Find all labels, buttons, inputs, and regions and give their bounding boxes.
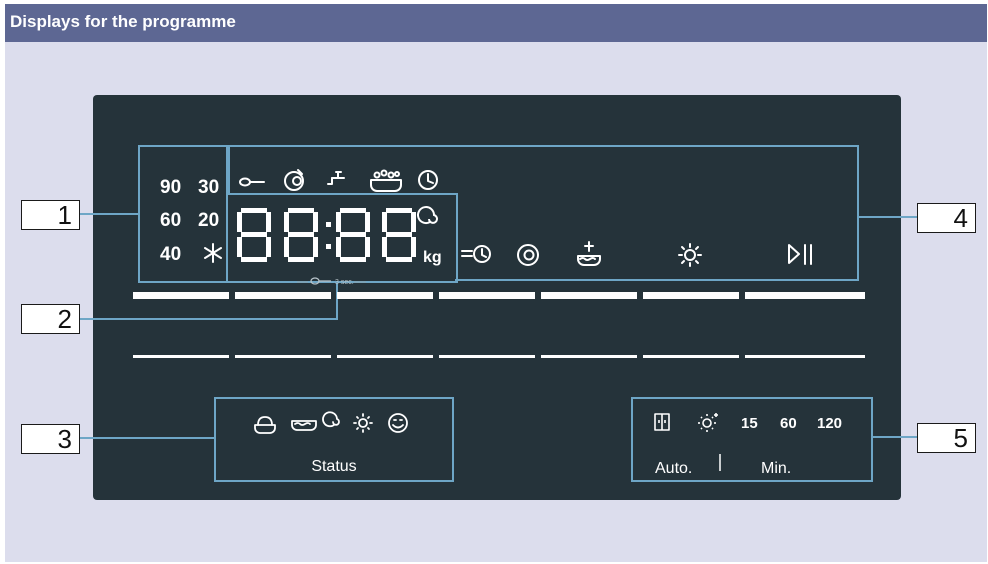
seven-segment-display	[237, 208, 416, 262]
temp-60: 60	[160, 210, 181, 231]
end-time-icon	[461, 245, 491, 263]
start-pause-icon	[788, 244, 812, 265]
snowflake-icon	[204, 243, 222, 263]
programme-bars-top	[133, 292, 865, 299]
temp-40: 40	[160, 244, 181, 265]
finished-icon	[388, 413, 408, 433]
programme-bars-bottom	[133, 355, 865, 358]
prewash-icon	[370, 169, 402, 192]
colon-dot-top	[326, 222, 331, 227]
wardrobe-icon	[654, 413, 670, 431]
callout-4: 4	[917, 203, 976, 233]
dry-status-icon	[353, 413, 373, 433]
temp-30: 30	[198, 177, 219, 198]
panel-graphics: 90 30 60 20 40 kg 3 sec. Status 15 60 12…	[80, 145, 917, 482]
eco-icon	[517, 244, 539, 266]
callout-5: 5	[917, 423, 976, 453]
callout-2: 2	[21, 304, 80, 334]
digit-2	[284, 208, 318, 262]
digit-3	[336, 208, 370, 262]
dry-plus-icon	[698, 413, 718, 432]
spin-status-icon	[322, 411, 340, 428]
status-label: Status	[311, 458, 356, 475]
kg-label: kg	[423, 249, 442, 266]
wash-icon	[254, 416, 276, 434]
clock-icon	[418, 170, 438, 190]
svg-text:3 sec.: 3 sec.	[335, 279, 354, 286]
digit-4	[382, 208, 416, 262]
callout-3: 3	[21, 424, 80, 454]
temp-90: 90	[160, 177, 181, 198]
auto-label: Auto.	[655, 460, 692, 477]
min-label: Min.	[761, 460, 791, 477]
drum-clean-icon	[284, 169, 304, 191]
callout-1: 1	[21, 200, 80, 230]
function-box	[228, 145, 859, 281]
tap-icon	[327, 171, 345, 185]
rinse-icon	[291, 420, 317, 431]
key-icon	[239, 177, 265, 187]
spin-icon	[417, 206, 438, 225]
option-60: 60	[780, 415, 797, 432]
option-15: 15	[741, 415, 758, 432]
colon-dot-bottom	[326, 244, 331, 249]
leader-line-2	[80, 283, 338, 320]
option-120: 120	[817, 415, 842, 432]
drying-icon	[678, 243, 702, 267]
temp-20: 20	[198, 210, 219, 231]
rinse-plus-icon	[577, 241, 601, 266]
digit-1	[237, 208, 271, 262]
